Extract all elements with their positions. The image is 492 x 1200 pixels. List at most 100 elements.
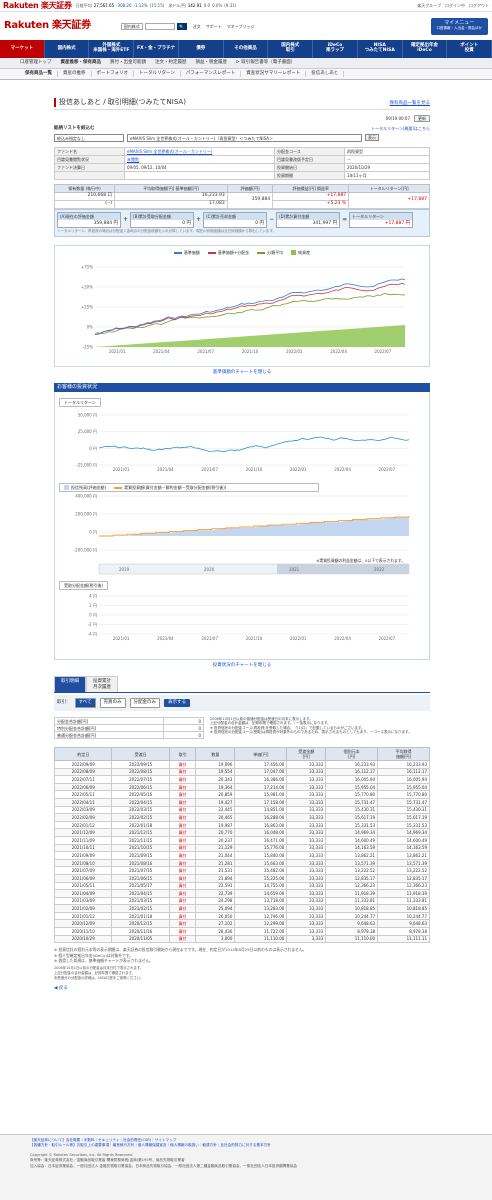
filter-trades[interactable]: 売買のみ [99,698,126,708]
tx-cell: 33,333 [286,851,327,860]
table-row: 2022/06/09 2022/06/15 買付 19,364 17,214.00 33,… [53,782,430,792]
tx-header: 受渡日 [111,747,170,761]
tabnav-item[interactable]: 資産の推移 [58,71,92,77]
support-link[interactable]: サポート [206,24,222,29]
c4-xtick: 2021/04 [157,636,174,641]
subnav-item[interactable]: 資産推移・保有商品 [61,60,102,66]
tabnav-item[interactable]: パフォーマンスレポート [181,71,242,77]
tabnav-item[interactable]: 投信あしあと [306,71,345,77]
dividend-chart[interactable]: 4 円 2 円 0 円 -2 円 -4 円 2021/01 2021/04 2021/07 20… [59,592,425,644]
tx-cell: 11,333.81 [325,896,379,906]
tab-monthly-history[interactable]: 投資累計 月次履歴 [86,676,118,693]
subnav-item[interactable]: 口座管理トップ [20,60,52,66]
top-bar: Rakuten 楽天証券 日経平均 27,567.65 -308.26 -1.12%… [0,0,492,12]
tx-cell: 12,835.17 [325,873,379,883]
close-nav-chart[interactable]: 基準価額のチャートを閉じる [54,370,430,376]
total-return-calc: (A)現在の評価金額 359,884 円 + (B)累計受取分配金額 0 円 + (C)… [54,208,430,237]
report-status-link[interactable]: 未閲覧 [127,157,139,162]
tx-cell: 33,333 [286,911,327,921]
c2-ytick: -25,000 円 [76,462,97,467]
filter-all[interactable]: すべて [74,698,96,708]
search-type-select[interactable]: 国内株式 [120,22,143,30]
gnav-item[interactable]: 外国株式 米国株・海外ETF [89,40,135,58]
tx-cell: 14,659.00 [234,889,288,898]
tx-cell: 12,366.23 [377,881,430,891]
tx-cell: 2022/04/15 [111,797,170,807]
gnav-item[interactable]: 国内株式 取引 [268,40,314,58]
tabnav-item[interactable]: ポートフォリオ [92,71,134,77]
tx-cell: 33,333 [286,820,327,830]
tx-cell: 17,214.00 [234,782,288,792]
tx-cell: 15,731.47 [377,797,430,807]
c1-xtick: 2022/01 [286,349,303,354]
subnav-item[interactable]: ⊳ 取引報告書等（電子書面） [236,60,295,66]
gnav-item[interactable]: NISA つみたてNISA [358,40,403,58]
tx-cell: 33,333 [286,866,327,875]
tx-cell: 2022/05/16 [111,790,170,799]
tx-cell: 15,955.04 [325,782,379,792]
tab-transactions[interactable]: 取引明細 [54,676,86,693]
my-menu-button[interactable]: マイメニュー 口座情報・入出金・照会ほか [430,17,488,35]
tx-cell: 2020/11/10 [53,927,113,936]
tx-cell: 8,978.38 [325,927,379,936]
refresh-button[interactable]: 更新 [414,115,430,122]
tx-cell: 8,978.38 [377,927,430,936]
tabnav-item[interactable]: 保有商品一覧 [20,71,58,77]
back-link[interactable]: ◀ 戻る [54,986,430,992]
tx-cell: 2021/06/15 [111,873,170,883]
fund-select[interactable]: eMAXIS Slim 全世界株式(オール・カントリー)〈再投資型〉＜つみたてN… [127,133,362,142]
tabnav-item[interactable]: トータルリターン [134,71,181,77]
total-return-chart[interactable]: 50,000 円 25,000 円 0 円 -25,000 円 2021/01 2021/… [59,409,425,477]
fund-selector: 絞込み指定なし eMAXIS Slim 全世界株式(オール・カントリー)〈再投資… [54,133,430,142]
search-input[interactable] [144,22,175,30]
tx-cell: 2021/05/11 [53,881,113,891]
fund-name-link[interactable]: eMAXIS Slim 全世界株式(オール・カントリー) [127,149,212,154]
filter-dividends[interactable]: 分配金のみ [129,698,161,708]
money-bridge-link[interactable]: マネーブリッジ [227,24,255,29]
c1-ytick: +50% [81,285,93,290]
order-link[interactable]: 注文 [193,24,201,29]
tx-cell: 2021/11/15 [111,835,170,845]
gnav-item[interactable]: その他商品 [224,40,269,58]
table-row: 2022/09/09 2022/09/15 買付 19,096 17,456.00 33,… [53,760,430,769]
tx-cell: 33,333 [286,919,327,929]
subnav-item[interactable]: 注文・約定履歴 [155,60,187,66]
tx-cell: 2021/07/09 [53,866,113,875]
show-fund-button[interactable]: 表示 [365,134,379,142]
range-navigator[interactable]: 2019 2020 2021 2022 [59,563,425,577]
gnav-item[interactable]: 国内株式 [45,40,90,58]
site-logo[interactable]: Rakuten 楽天証券 [4,20,91,33]
nav-chart[interactable]: +75% +50% +25% 0% -25% 2021/01 2021/04 2021/07 2… [55,255,429,363]
c1-xtick: 2022/07 [375,349,392,354]
table-row: 2020/12/09 2020/12/15 買付 27,102 12,299.00 33,… [53,919,430,929]
tx-header: 数量 [195,747,236,761]
tx-cell: 16,005.94 [325,775,379,784]
tx-cell: 11,110.00 [325,934,379,944]
c2-xtick: 2021/10 [246,467,263,472]
tx-cell: 20,859 [195,790,236,799]
tx-cell: 15,225.00 [234,873,288,883]
total-return-link[interactable]: トータルリターン(概要)はこちら [371,126,430,132]
tx-cell: 11,110.00 [234,934,288,944]
rakuten-logo[interactable]: Rakuten 楽天証券 [3,1,72,11]
gnav-item[interactable]: マーケット [0,40,45,58]
holdings-list-link[interactable]: 保有商品一覧を見る [390,101,431,107]
filter-select[interactable]: 絞込み指定なし [54,133,124,142]
tx-cell: 15,331.53 [377,820,430,830]
gnav-item[interactable]: ポイント 投資 [447,40,492,58]
table-row: 2021/07/09 2021/07/15 買付 21,531 15,482.00 33,… [53,866,430,875]
close-status-chart[interactable]: 投資状況のチャートを閉じる [54,663,430,669]
logout-link[interactable]: ログアウト [469,3,489,8]
subnav-item[interactable]: 買付・出金可能額 [110,60,146,66]
balance-chart[interactable]: 400,000 円 200,000 円 0 円 -200,000 円 [59,492,425,556]
gnav-item[interactable]: 債券 [179,40,224,58]
gnav-item[interactable]: 確定拠出年金 iDeCo [403,40,448,58]
rakuten-group-link[interactable]: 楽天グループ [417,3,441,8]
apply-filter-button[interactable]: 表示する [164,699,191,707]
tabnav-item[interactable]: 資産状況サマリーレポート [241,71,307,77]
tx-cell: 11,918.39 [325,889,379,898]
subnav-item[interactable]: 損益・税金履歴 [196,60,228,66]
gnav-item[interactable]: iDeCo 楽ラップ [313,40,358,58]
search-button[interactable]: 🔍 [176,22,187,30]
gnav-item[interactable]: FX・金・プラチナ [134,40,179,58]
